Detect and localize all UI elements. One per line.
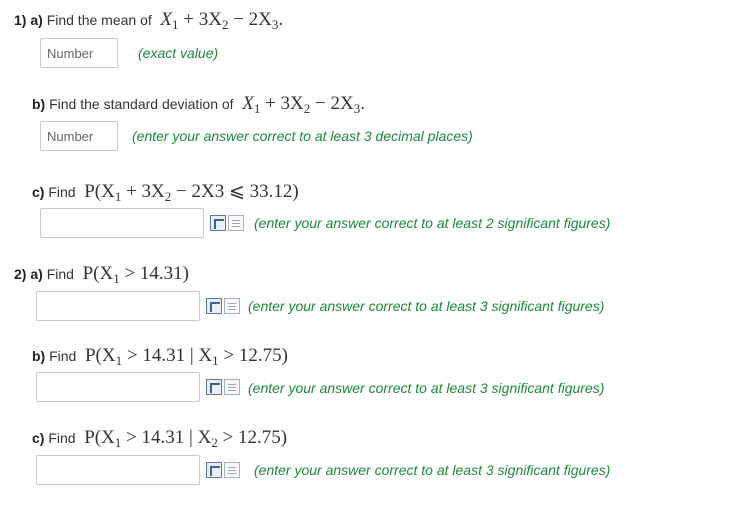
question-2c-text: Find [48, 430, 76, 446]
q2b-hint: (enter your answer correct to at least 3… [248, 380, 605, 396]
question-2a: 2) a) Find P(X1 > 14.31) [14, 263, 189, 286]
preview-icon[interactable] [206, 379, 222, 395]
q2c-hint: (enter your answer correct to at least 3… [254, 462, 611, 478]
help-icon[interactable] [224, 462, 240, 478]
question-2b-math: P(X1 > 14.31 | X1 > 12.75) [84, 345, 288, 368]
question-2c-prefix: c) [32, 430, 45, 446]
question-1b-prefix: b) [32, 96, 46, 112]
std-dev-hint: (enter your answer correct to at least 3… [132, 128, 473, 144]
mean-answer-input[interactable] [40, 38, 118, 68]
q2c-answer-input[interactable] [36, 455, 200, 485]
question-1c-text: Find [48, 184, 76, 200]
preview-icon[interactable] [206, 462, 222, 478]
question-2c: c) Find P(X1 > 14.31 | X2 > 12.75) [32, 427, 288, 450]
question-1a: 1) a) Find the mean of X1 + 3X2 − 2X3. [14, 9, 284, 32]
question-1b-math: X1 + 3X2 − 2X3. [242, 93, 365, 116]
question-2a-math: P(X1 > 14.31) [82, 263, 189, 286]
preview-icon[interactable] [206, 298, 222, 314]
question-1c: c) Find P(X1 + 3X2 − 2X3 ⩽ 33.12) [32, 181, 299, 204]
help-icon[interactable] [224, 379, 240, 395]
question-1a-math: X1 + 3X2 − 2X3. [160, 9, 284, 32]
mean-hint: (exact value) [138, 45, 219, 61]
help-icon[interactable] [224, 298, 240, 314]
question-2c-math: P(X1 > 14.31 | X2 > 12.75) [84, 427, 288, 450]
question-2a-prefix: 2) a) [14, 266, 43, 282]
question-1b-text: Find the standard deviation of [49, 96, 234, 112]
q1c-hint: (enter your answer correct to at least 2… [254, 215, 611, 231]
question-2b: b) Find P(X1 > 14.31 | X1 > 12.75) [32, 345, 288, 368]
question-2b-prefix: b) [32, 348, 46, 364]
question-2a-text: Find [46, 266, 74, 282]
preview-icon[interactable] [210, 215, 226, 231]
question-1a-prefix: 1) a) [14, 12, 43, 28]
q2a-hint: (enter your answer correct to at least 3… [248, 298, 605, 314]
q2b-answer-input[interactable] [36, 372, 200, 402]
question-1a-text: Find the mean of [46, 12, 152, 28]
help-icon[interactable] [228, 215, 244, 231]
question-1c-math: P(X1 + 3X2 − 2X3 ⩽ 33.12) [84, 181, 299, 204]
q2a-answer-input[interactable] [36, 291, 200, 321]
q1c-answer-input[interactable] [40, 208, 204, 238]
question-1b: b) Find the standard deviation of X1 + 3… [32, 93, 365, 116]
std-dev-answer-input[interactable] [40, 121, 118, 151]
question-2b-text: Find [49, 348, 77, 364]
question-1c-prefix: c) [32, 184, 45, 200]
